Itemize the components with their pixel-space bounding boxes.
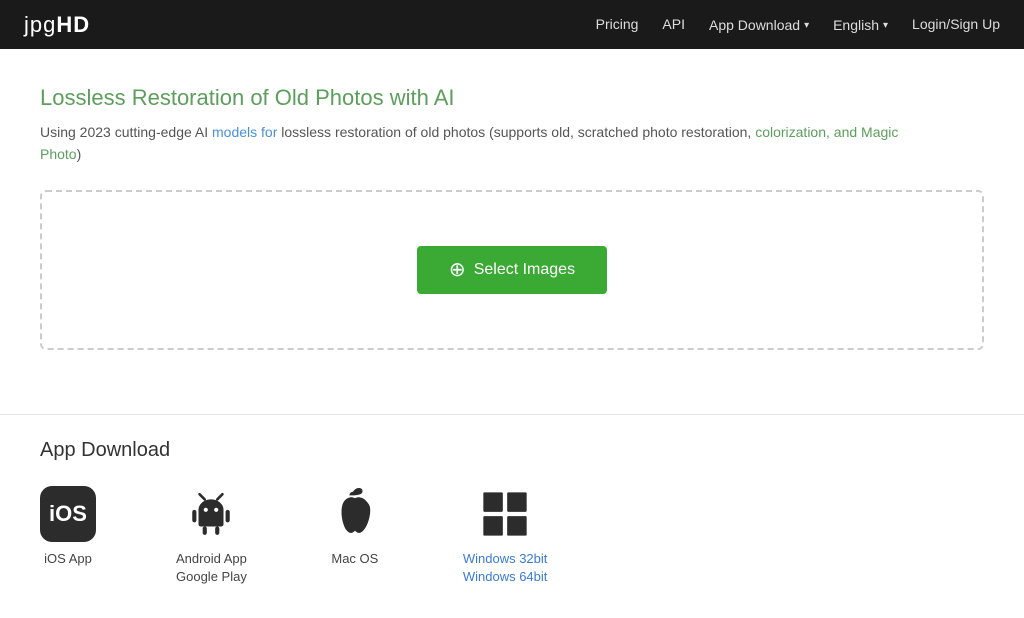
app-download-dropdown[interactable]: App Download ▾ xyxy=(709,17,809,33)
language-label: English xyxy=(833,17,879,33)
ios-app-item[interactable]: iOS iOS App xyxy=(40,486,96,568)
language-caret: ▾ xyxy=(883,20,888,31)
mac-app-label: Mac OS xyxy=(331,550,378,568)
windows-app-item[interactable]: Windows 32bit Windows 64bit xyxy=(463,486,548,586)
login-link[interactable]: Login/Sign Up xyxy=(912,16,1000,32)
windows-app-label: Windows 32bit Windows 64bit xyxy=(463,550,548,586)
app-download-title: App Download xyxy=(40,439,984,462)
ios-icon: iOS xyxy=(40,486,96,542)
page-title: Lossless Restoration of Old Photos with … xyxy=(40,85,984,111)
nav-item-app-download[interactable]: App Download ▾ xyxy=(709,17,809,33)
android-app-item[interactable]: Android App Google Play xyxy=(176,486,247,586)
navbar: jpgHD Pricing API App Download ▾ English… xyxy=(0,0,1024,49)
plus-icon: ⊕ xyxy=(449,260,466,280)
logo-bold: HD xyxy=(56,12,90,37)
android-icon xyxy=(183,486,239,542)
language-dropdown[interactable]: English ▾ xyxy=(833,17,888,33)
nav-item-pricing[interactable]: Pricing xyxy=(596,16,639,34)
site-logo[interactable]: jpgHD xyxy=(24,12,90,38)
logo-light: jpg xyxy=(24,12,56,37)
android-label-line2: Google Play xyxy=(176,568,247,586)
nav-item-login[interactable]: Login/Sign Up xyxy=(912,16,1000,34)
desc-blue: models for xyxy=(212,124,277,140)
api-link[interactable]: API xyxy=(662,16,685,32)
windows-64bit-link[interactable]: Windows 64bit xyxy=(463,569,548,584)
app-download-label: App Download xyxy=(709,17,800,33)
select-images-label: Select Images xyxy=(474,261,575,279)
page-description: Using 2023 cutting-edge AI models for lo… xyxy=(40,121,900,166)
ios-icon-text: iOS xyxy=(49,501,87,527)
nav-item-api[interactable]: API xyxy=(662,16,685,34)
section-divider xyxy=(0,414,1024,415)
ios-app-label: iOS App xyxy=(44,550,92,568)
app-download-caret: ▾ xyxy=(804,20,809,31)
android-label-line1: Android App xyxy=(176,550,247,568)
nav-links: Pricing API App Download ▾ English ▾ Log… xyxy=(596,16,1000,34)
windows-32bit-link[interactable]: Windows 32bit xyxy=(463,551,548,566)
mac-app-item[interactable]: Mac OS xyxy=(327,486,383,568)
nav-item-language[interactable]: English ▾ xyxy=(833,17,888,33)
select-images-button[interactable]: ⊕ Select Images xyxy=(417,246,607,294)
pricing-link[interactable]: Pricing xyxy=(596,16,639,32)
app-download-section: App Download iOS iOS App xyxy=(0,439,1024,618)
windows-icon xyxy=(477,486,533,542)
main-content: Lossless Restoration of Old Photos with … xyxy=(0,49,1024,406)
mac-icon xyxy=(327,486,383,542)
upload-box[interactable]: ⊕ Select Images xyxy=(40,190,984,350)
desc-green: colorization, and Magic Photo xyxy=(40,124,898,162)
app-icons-list: iOS iOS App xyxy=(40,486,984,586)
android-app-label: Android App Google Play xyxy=(176,550,247,586)
